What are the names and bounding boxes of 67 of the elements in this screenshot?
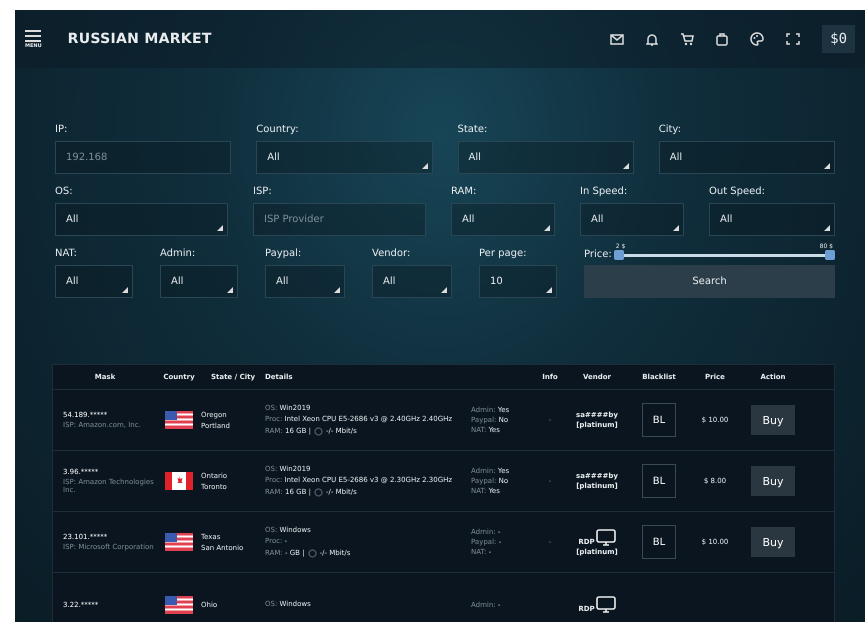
dropdown-corner-icon	[622, 163, 629, 169]
blacklist-button[interactable]: BL	[642, 403, 676, 437]
filter-label: In Speed:	[580, 186, 628, 197]
dropdown-corner-icon	[122, 287, 128, 293]
select-field[interactable]: All	[658, 141, 835, 174]
fullscreen-icon[interactable]	[786, 33, 800, 45]
dropdown-corner-icon	[217, 225, 223, 231]
flag-icon	[165, 533, 193, 551]
select-field[interactable]: All	[372, 265, 452, 298]
filter-label: NAT:	[55, 248, 78, 259]
select-field[interactable]: All	[265, 265, 345, 298]
filter-label: Vendor:	[372, 248, 412, 259]
balance-button[interactable]: $0	[822, 25, 855, 53]
price-slider[interactable]	[614, 250, 835, 260]
bag-icon[interactable]	[716, 32, 728, 46]
cart-icon[interactable]	[680, 32, 694, 46]
buy-button[interactable]: Buy	[751, 527, 795, 557]
input-field[interactable]: 192.168	[55, 141, 232, 174]
select-field[interactable]: All	[458, 141, 634, 174]
blacklist-button[interactable]: BL	[642, 464, 676, 498]
blacklist-button[interactable]: BL	[642, 525, 676, 559]
dropdown-corner-icon	[422, 163, 428, 169]
speed-icon	[314, 426, 323, 436]
filter-label: Admin:	[160, 248, 196, 259]
dropdown-corner-icon	[546, 287, 552, 293]
search-button[interactable]: Search	[584, 265, 835, 298]
dropdown-corner-icon	[227, 287, 233, 293]
menu-icon[interactable]	[25, 30, 42, 42]
flag-icon	[165, 596, 193, 614]
buy-button[interactable]: Buy	[751, 405, 795, 435]
dropdown-corner-icon	[673, 225, 679, 231]
filter-label: RAM:	[451, 186, 478, 197]
filter-label: OS:	[55, 186, 74, 197]
filter-label: Country:	[256, 124, 300, 135]
palette-icon[interactable]	[750, 32, 764, 46]
select-field[interactable]: All	[451, 203, 555, 236]
dropdown-corner-icon	[824, 225, 830, 231]
select-field[interactable]: All	[709, 203, 835, 236]
dropdown-corner-icon	[544, 225, 550, 231]
select-field[interactable]: All	[256, 141, 432, 174]
select-field[interactable]: All	[580, 203, 684, 236]
monitor-icon	[596, 596, 616, 613]
select-field[interactable]: All	[160, 265, 238, 298]
filter-label: Out Speed:	[709, 186, 766, 197]
filter-label: City:	[658, 124, 682, 135]
filter-label: IP:	[55, 124, 68, 135]
filter-label: Price:	[584, 249, 612, 260]
brand-logo[interactable]: RUSSIAN MARKET	[68, 31, 212, 47]
bell-icon[interactable]	[646, 32, 658, 46]
filter-label: Paypal:	[265, 248, 302, 259]
flag-icon	[165, 472, 193, 490]
dropdown-corner-icon	[334, 287, 340, 293]
select-field[interactable]: 10	[479, 265, 557, 298]
monitor-icon	[596, 528, 616, 546]
flag-icon	[165, 411, 193, 429]
speed-icon	[314, 488, 323, 497]
buy-button[interactable]: Buy	[751, 466, 795, 496]
mail-icon[interactable]	[610, 34, 624, 44]
speed-icon	[308, 548, 317, 558]
select-field[interactable]: All	[55, 265, 133, 298]
filter-label: ISP:	[253, 186, 273, 197]
input-field[interactable]: ISP Provider	[253, 203, 426, 236]
filter-label: State:	[458, 124, 488, 135]
filter-label: Per page:	[479, 248, 528, 259]
select-field[interactable]: All	[55, 203, 228, 236]
dropdown-corner-icon	[824, 163, 830, 169]
dropdown-corner-icon	[441, 287, 447, 293]
